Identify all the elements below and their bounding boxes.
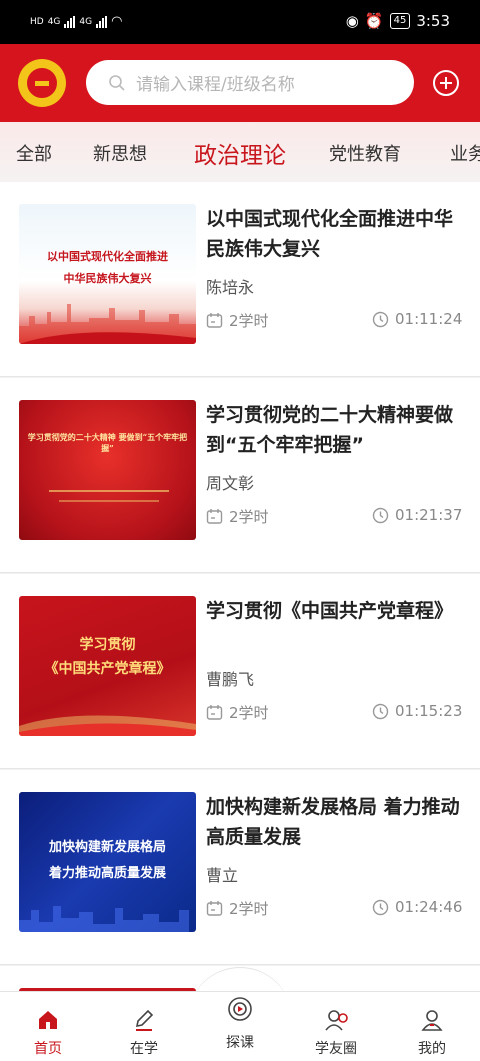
thumb-text-line: 中华民族伟大复兴 (63, 272, 152, 285)
course-item[interactable]: 学习贯彻 《中国共产党章程》 学习贯彻《中国共产党章程》 曹鹏飞 2学时 01:… (0, 574, 480, 769)
course-hours: 2学时 (206, 506, 269, 527)
thumb-text-line: 学习贯彻 (79, 637, 136, 653)
course-hours: 2学时 (206, 310, 269, 331)
course-duration: 01:11:24 (372, 310, 462, 328)
tab-all[interactable]: 全部 (16, 140, 52, 166)
course-thumbnail: 以中国式现代化全面推进 中华民族伟大复兴 (19, 204, 196, 344)
tab-party-education[interactable]: 党性教育 (329, 140, 401, 166)
user-icon (421, 1010, 443, 1031)
thumb-text-line: 《中国共产党章程》 (44, 661, 171, 677)
calendar-icon (206, 705, 223, 720)
nav-studying-label: 在学 (130, 1041, 158, 1057)
course-duration-label: 01:15:23 (395, 702, 463, 720)
course-author: 曹鹏飞 (206, 670, 255, 689)
signal-icon-2 (96, 15, 108, 28)
course-title: 学习贯彻党的二十大精神要做到“五个牢牢把握” (206, 404, 454, 456)
friends-icon (325, 1010, 348, 1031)
wave-graphic (19, 715, 196, 736)
network-label: 4G (47, 16, 61, 27)
course-hours-label: 2学时 (229, 704, 269, 722)
eye-icon: ◉ (345, 12, 359, 30)
status-bar: HD 4G 4G ◠ ◉ ⏰ 45 3:53 (0, 0, 480, 44)
bottom-nav: 首页 在学 探课 学友圈 我的 (0, 991, 480, 1061)
hd-tag: HD (30, 16, 44, 27)
clock-icon (372, 507, 389, 523)
alarm-icon: ⏰ (364, 12, 384, 30)
app-header: 请输入课程/班级名称 (0, 44, 480, 122)
nav-friends[interactable]: 学友圈 (288, 992, 384, 1061)
search-icon (109, 74, 125, 91)
battery-icon: 45 (389, 13, 411, 29)
nav-mine-label: 我的 (418, 1041, 446, 1057)
calendar-icon (206, 313, 223, 328)
search-input[interactable]: 请输入课程/班级名称 (86, 60, 414, 105)
home-icon (39, 1011, 57, 1029)
signal-icon (64, 15, 76, 28)
nav-explore-label: 探课 (226, 1035, 254, 1051)
clock-icon (372, 899, 389, 915)
course-duration-label: 01:21:37 (395, 506, 463, 524)
clock-icon (372, 311, 389, 327)
course-item[interactable]: 加快构建新发展格局 着力推动高质量发展 加快构建新发展格局 着力推动高质量发展 … (0, 770, 480, 965)
course-thumbnail: 学习贯彻 《中国共产党章程》 (19, 596, 196, 736)
nav-home-label: 首页 (34, 1041, 62, 1057)
play-circle-icon (228, 997, 252, 1021)
party-logo-icon[interactable] (18, 59, 66, 107)
course-hours-label: 2学时 (229, 508, 269, 526)
course-duration-label: 01:11:24 (395, 310, 463, 328)
nav-friends-label: 学友圈 (315, 1041, 357, 1057)
course-thumbnail: 加快构建新发展格局 着力推动高质量发展 (19, 792, 196, 932)
thumb-text-line: 以中国式现代化全面推进 (47, 250, 168, 263)
nav-mine[interactable]: 我的 (384, 992, 480, 1061)
tab-new-thought[interactable]: 新思想 (93, 140, 147, 166)
course-item[interactable]: 学习贯彻党的二十大精神 要做到“五个牢牢把握” 学习贯彻党的二十大精神要做到“五… (0, 378, 480, 573)
course-item[interactable]: 以中国式现代化全面推进 中华民族伟大复兴 以中国式现代化全面推进中华民族伟大复兴… (0, 182, 480, 377)
course-hours-label: 2学时 (229, 312, 269, 330)
tab-business[interactable]: 业务 (450, 140, 480, 166)
course-duration: 01:24:46 (372, 898, 462, 916)
thumb-text-line: 加快构建新发展格局 (48, 840, 166, 855)
clock-time: 3:53 (416, 12, 450, 30)
course-title: 以中国式现代化全面推进中华民族伟大复兴 (206, 208, 454, 260)
thumb-decor-line (49, 490, 169, 492)
course-hours: 2学时 (206, 702, 269, 723)
tab-political-theory[interactable]: 政治理论 (194, 136, 286, 170)
nav-home[interactable]: 首页 (0, 992, 96, 1061)
course-author: 陈培永 (206, 278, 255, 297)
wifi-icon: ◠ (111, 14, 123, 29)
skyline-graphic (19, 304, 196, 344)
course-duration: 01:21:37 (372, 506, 462, 524)
nav-explore[interactable]: 探课 (192, 992, 288, 1061)
network-label-2: 4G (79, 16, 93, 27)
course-hours: 2学时 (206, 898, 269, 919)
course-author: 曹立 (206, 866, 239, 885)
course-duration: 01:15:23 (372, 702, 462, 720)
course-duration-label: 01:24:46 (395, 898, 463, 916)
add-icon[interactable] (432, 69, 460, 97)
nav-studying[interactable]: 在学 (96, 992, 192, 1061)
city-graphic (19, 906, 189, 932)
clock-icon (372, 703, 389, 719)
thumb-decor-line (59, 500, 159, 502)
calendar-icon (206, 509, 223, 524)
course-author: 周文彰 (206, 474, 255, 493)
calendar-icon (206, 901, 223, 916)
course-thumbnail: 学习贯彻党的二十大精神 要做到“五个牢牢把握” (19, 400, 196, 540)
thumb-text-line: 学习贯彻党的二十大精神 要做到“五个牢牢把握” (27, 432, 188, 453)
course-title: 学习贯彻《中国共产党章程》 (206, 600, 454, 622)
pencil-icon (135, 1009, 154, 1031)
course-title: 加快构建新发展格局 着力推动高质量发展 (206, 796, 460, 848)
search-placeholder: 请输入课程/班级名称 (136, 75, 295, 95)
category-tabs: 全部 新思想 政治理论 党性教育 业务 (0, 122, 480, 182)
course-hours-label: 2学时 (229, 900, 269, 918)
thumb-text-line: 着力推动高质量发展 (48, 866, 166, 881)
